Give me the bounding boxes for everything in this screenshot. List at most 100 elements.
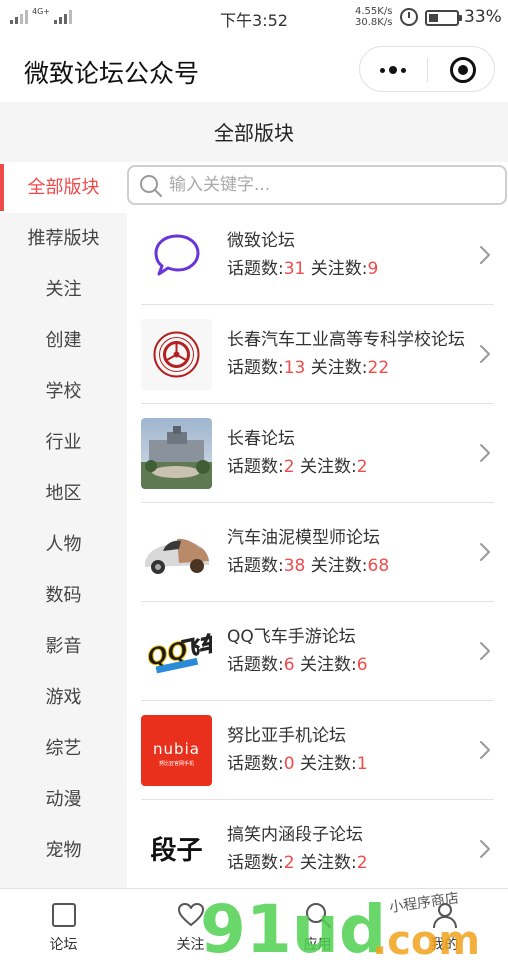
follows-label: 关注数:	[310, 358, 368, 378]
chevron-right-icon	[480, 345, 490, 363]
topics-label: 话题数:	[227, 457, 284, 477]
alarm-icon	[400, 8, 418, 26]
forum-stats: 话题数:38 关注数:68	[227, 551, 389, 576]
svg-text:nubia: nubia	[153, 740, 200, 758]
tab-follow[interactable]: 关注	[127, 889, 254, 960]
forum-name: 长春汽车工业高等专科学校论坛	[227, 330, 465, 350]
follows-count: 2	[356, 853, 368, 873]
sidebar-item-10[interactable]: 游戏	[0, 672, 127, 723]
section-title: 全部版块	[0, 102, 508, 162]
sidebar-item-5[interactable]: 行业	[0, 417, 127, 468]
forum-stats: 话题数:2 关注数:2	[227, 848, 368, 873]
follows-count: 22	[367, 358, 390, 378]
sidebar-item-12[interactable]: 动漫	[0, 774, 127, 825]
sidebar-item-9[interactable]: 影音	[0, 621, 127, 672]
follows-count: 9	[367, 259, 379, 279]
follows-count: 68	[367, 556, 390, 576]
speed-down: 30.8K/s	[355, 17, 393, 28]
forum-item[interactable]: nubia 努比亚官网手机 努比亚手机论坛 话题数:0 关注数:1	[127, 701, 508, 800]
tab-apps[interactable]: 应用	[254, 889, 381, 960]
follows-count: 2	[356, 457, 368, 477]
chevron-right-icon	[480, 642, 490, 660]
battery-percentage: 33%	[464, 7, 502, 27]
car-model-photo	[141, 517, 212, 588]
speed-up: 4.55K/s	[355, 6, 393, 17]
sidebar-item-4[interactable]: 学校	[0, 366, 127, 417]
forum-item[interactable]: 长春汽车工业高等专科学校论坛 话题数:13 关注数:22	[127, 305, 508, 404]
search-box[interactable]	[127, 165, 507, 205]
forum-item[interactable]: QQ 飞车 QQ飞车手游论坛话题数:6 关注数:6	[127, 602, 508, 701]
topics-count: 6	[283, 655, 295, 675]
sidebar-item-0[interactable]: 全部版块	[0, 162, 127, 213]
follows-label: 关注数:	[310, 556, 368, 576]
svg-text:努比亚官网手机: 努比亚官网手机	[159, 760, 194, 767]
status-bar: 4G+ 下午3:52 4.55K/s 30.8K/s 33%	[0, 0, 508, 36]
chevron-right-icon	[480, 246, 490, 264]
sidebar-item-13[interactable]: 宠物	[0, 825, 127, 876]
chat-bubble-icon	[141, 220, 212, 291]
navigation-bar: 微致论坛公众号	[0, 36, 508, 102]
follows-label: 关注数:	[299, 457, 357, 477]
follows-label: 关注数:	[310, 259, 368, 279]
chevron-right-icon	[480, 543, 490, 561]
duanzi-logo: 段子	[141, 814, 212, 885]
forum-list: 微致论坛 话题数:31 关注数:9 长春汽车工业高等专科学校论坛 话题数:13 关注数…	[127, 206, 508, 888]
close-mini-program-icon[interactable]	[450, 57, 476, 83]
sidebar-item-6[interactable]: 地区	[0, 468, 127, 519]
follows-count: 1	[356, 754, 368, 774]
sidebar-item-3[interactable]: 创建	[0, 315, 127, 366]
sidebar-item-11[interactable]: 综艺	[0, 723, 127, 774]
tab-bar: 论坛 关注 应用 我的	[0, 888, 508, 960]
forum-item[interactable]: 段子 搞笑内涵段子论坛话题数:2 关注数:2	[127, 800, 508, 888]
search-input[interactable]	[169, 171, 489, 199]
sidebar-item-2[interactable]: 关注	[0, 264, 127, 315]
follows-label: 关注数:	[299, 754, 357, 774]
more-options-icon[interactable]	[380, 66, 406, 74]
topics-label: 话题数:	[227, 853, 284, 873]
tab-forum[interactable]: 论坛	[0, 889, 127, 960]
forum-name: QQ飞车手游论坛	[227, 627, 356, 647]
topics-count: 0	[283, 754, 295, 774]
follows-label: 关注数:	[299, 655, 357, 675]
forum-name: 汽车油泥模型师论坛	[227, 528, 380, 548]
forum-stats: 话题数:31 关注数:9	[227, 254, 378, 279]
square-icon	[52, 903, 76, 927]
chevron-right-icon	[480, 444, 490, 462]
battery-fill	[429, 14, 438, 22]
topics-label: 话题数:	[227, 259, 284, 279]
topics-label: 话题数:	[227, 655, 284, 675]
forum-name: 搞笑内涵段子论坛	[227, 825, 363, 845]
topics-count: 38	[283, 556, 306, 576]
tab-label: 论坛	[49, 937, 78, 953]
topics-label: 话题数:	[227, 358, 284, 378]
capsule-divider	[427, 58, 428, 82]
user-icon	[433, 903, 457, 929]
forum-name: 努比亚手机论坛	[227, 726, 346, 746]
tab-label: 应用	[303, 937, 332, 953]
school-seal-logo	[141, 319, 212, 390]
search-icon	[140, 175, 162, 197]
topics-count: 13	[283, 358, 306, 378]
tab-mine[interactable]: 我的	[381, 889, 508, 960]
topics-label: 话题数:	[227, 556, 284, 576]
forum-stats: 话题数:2 关注数:2	[227, 452, 368, 477]
forum-stats: 话题数:6 关注数:6	[227, 650, 368, 675]
battery-icon	[425, 10, 462, 26]
forum-item[interactable]: 微致论坛 话题数:31 关注数:9	[127, 206, 508, 305]
mini-program-capsule	[359, 46, 495, 92]
tab-label: 我的	[430, 937, 459, 953]
forum-item[interactable]: 长春论坛 话题数:2 关注数:2	[127, 404, 508, 503]
page-title: 微致论坛公众号	[24, 59, 200, 88]
chevron-right-icon	[480, 741, 490, 759]
sidebar-item-7[interactable]: 人物	[0, 519, 127, 570]
nubia-logo: nubia 努比亚官网手机	[141, 715, 212, 786]
city-photo	[141, 418, 212, 489]
sidebar-item-1[interactable]: 推荐版块	[0, 213, 127, 264]
svg-text:段子: 段子	[150, 835, 202, 866]
topics-count: 2	[283, 457, 295, 477]
topics-count: 2	[283, 853, 295, 873]
forum-item[interactable]: 汽车油泥模型师论坛 话题数:38 关注数:68	[127, 503, 508, 602]
topics-count: 31	[283, 259, 306, 279]
qq-speed-logo: QQ 飞车	[141, 616, 212, 687]
sidebar-item-8[interactable]: 数码	[0, 570, 127, 621]
